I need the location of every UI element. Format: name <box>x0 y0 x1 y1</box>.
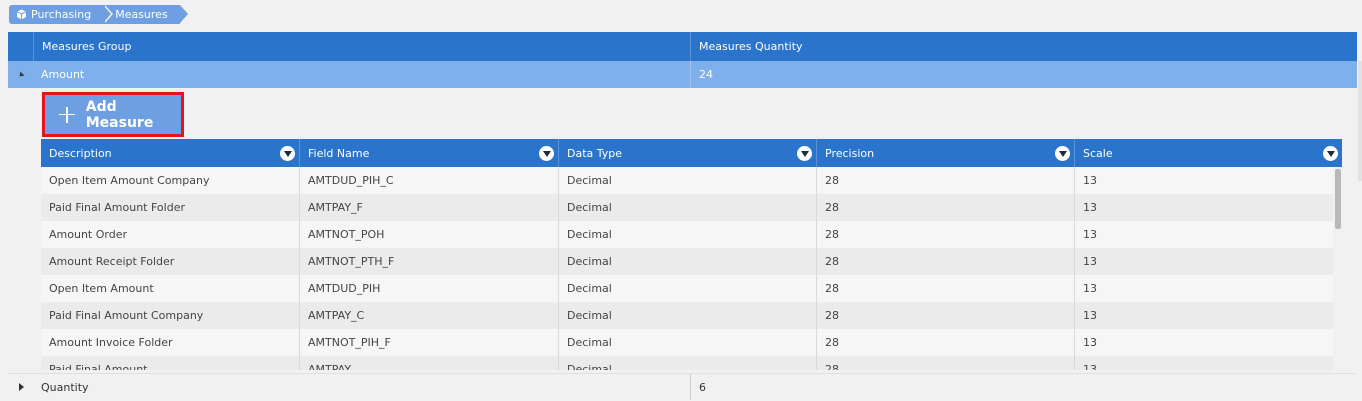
table-row[interactable]: Paid Final Amount Company AMTPAY_C Decim… <box>41 302 1342 329</box>
grid-header: Measures Group Measures Quantity <box>8 32 1357 61</box>
plus-icon <box>59 106 75 123</box>
cell-field-name: AMTPAY_F <box>300 194 559 221</box>
breadcrumb-item-purchasing[interactable]: Purchasing <box>9 5 114 24</box>
table-row[interactable]: Amount Order AMTNOT_POH Decimal 28 13 <box>41 221 1342 248</box>
cell-precision: 28 <box>817 302 1075 329</box>
column-label: Precision <box>825 146 875 160</box>
cell-data-type: Decimal <box>559 167 817 194</box>
cell-precision: 28 <box>817 248 1075 275</box>
cell-description: Open Item Amount <box>41 275 300 302</box>
filter-icon[interactable] <box>1323 146 1338 161</box>
table-row[interactable]: Amount Receipt Folder AMTNOT_PTH_F Decim… <box>41 248 1342 275</box>
cell-data-type: Decimal <box>559 329 817 356</box>
cell-field-name: AMTNOT_POH <box>300 221 559 248</box>
cell-scale: 13 <box>1083 255 1097 268</box>
column-header-measures-quantity[interactable]: Measures Quantity <box>691 32 1357 61</box>
breadcrumb-label: Purchasing <box>31 8 92 21</box>
breadcrumb-label: Measures <box>115 8 168 21</box>
column-header-scale[interactable]: Scale <box>1075 139 1342 167</box>
group-row-quantity[interactable]: Quantity 6 <box>8 373 1357 400</box>
column-header-data-type[interactable]: Data Type <box>559 139 817 167</box>
cell-field-name: AMTDUD_PIH <box>300 275 559 302</box>
cell-data-type: Decimal <box>559 356 817 370</box>
add-measure-label: Add Measure <box>85 98 154 131</box>
cell-scale: 13 <box>1083 282 1097 295</box>
cell-scale: 13 <box>1083 336 1097 349</box>
cell-description: Open Item Amount Company <box>41 167 300 194</box>
group-quantity: 6 <box>699 380 706 394</box>
column-label: Scale <box>1083 146 1113 160</box>
filter-icon[interactable] <box>539 146 554 161</box>
breadcrumb: Purchasing Measures <box>9 5 189 25</box>
filter-icon[interactable] <box>797 146 812 161</box>
table-scrollbar[interactable] <box>1333 167 1342 370</box>
page-scrollbar[interactable] <box>1358 61 1362 181</box>
cell-scale: 13 <box>1083 201 1097 214</box>
table-row[interactable]: Paid Final Amount Folder AMTPAY_F Decima… <box>41 194 1342 221</box>
cell-data-type: Decimal <box>559 275 817 302</box>
column-label: Data Type <box>567 146 623 160</box>
expand-toggle[interactable] <box>8 383 34 391</box>
cell-description: Amount Receipt Folder <box>41 248 300 275</box>
cell-data-type: Decimal <box>559 248 817 275</box>
header-gutter <box>8 32 34 61</box>
group-row-amount[interactable]: Amount 24 <box>8 61 1357 88</box>
column-header-description[interactable]: Description <box>41 139 300 167</box>
caret-down-icon <box>17 70 25 79</box>
filter-icon[interactable] <box>1055 146 1070 161</box>
column-header-field-name[interactable]: Field Name <box>300 139 559 167</box>
table-row[interactable]: Paid Final Amount AMTPAY Decimal 28 13 <box>41 356 1342 370</box>
column-label: Description <box>49 146 112 160</box>
add-measure-button[interactable]: Add Measure <box>42 92 184 137</box>
cell-description: Paid Final Amount Folder <box>41 194 300 221</box>
cell-precision: 28 <box>817 194 1075 221</box>
group-quantity: 24 <box>699 68 713 81</box>
measures-group-grid: Measures Group Measures Quantity Amount … <box>8 32 1357 88</box>
measures-table: Description Field Name Data Type Precisi… <box>41 139 1342 370</box>
cell-precision: 28 <box>817 167 1075 194</box>
cell-description: Paid Final Amount Company <box>41 302 300 329</box>
detail-panel: Add Measure Description Field Name Data … <box>37 92 1342 370</box>
table-row[interactable]: Open Item Amount AMTDUD_PIH Decimal 28 1… <box>41 275 1342 302</box>
cell-data-type: Decimal <box>559 194 817 221</box>
cell-description: Amount Invoice Folder <box>41 329 300 356</box>
cell-precision: 28 <box>817 329 1075 356</box>
cell-field-name: AMTPAY_C <box>300 302 559 329</box>
cell-data-type: Decimal <box>559 221 817 248</box>
group-name: Quantity <box>34 374 691 400</box>
column-header-measures-group[interactable]: Measures Group <box>34 32 691 61</box>
cell-precision: 28 <box>817 221 1075 248</box>
cell-description: Amount Order <box>41 221 300 248</box>
table-row[interactable]: Open Item Amount Company AMTDUD_PIH_C De… <box>41 167 1342 194</box>
cell-precision: 28 <box>817 275 1075 302</box>
table-row[interactable]: Amount Invoice Folder AMTNOT_PIH_F Decim… <box>41 329 1342 356</box>
cell-field-name: AMTNOT_PIH_F <box>300 329 559 356</box>
cell-precision: 28 <box>817 356 1075 370</box>
column-label: Field Name <box>308 146 370 160</box>
scrollbar-thumb[interactable] <box>1335 169 1341 229</box>
filter-icon[interactable] <box>280 146 295 161</box>
caret-right-icon <box>18 383 24 391</box>
column-header-precision[interactable]: Precision <box>817 139 1075 167</box>
cell-scale: 13 <box>1083 228 1097 241</box>
cell-description: Paid Final Amount <box>41 356 300 370</box>
measures-table-header: Description Field Name Data Type Precisi… <box>41 139 1342 167</box>
cell-field-name: AMTNOT_PTH_F <box>300 248 559 275</box>
cell-field-name: AMTPAY <box>300 356 559 370</box>
cell-scale: 13 <box>1083 309 1097 322</box>
cell-data-type: Decimal <box>559 302 817 329</box>
cube-icon <box>16 9 27 20</box>
collapse-toggle[interactable] <box>8 70 34 79</box>
cell-scale: 13 <box>1083 363 1097 370</box>
cell-scale: 13 <box>1083 174 1097 187</box>
group-name: Amount <box>34 61 691 88</box>
cell-field-name: AMTDUD_PIH_C <box>300 167 559 194</box>
